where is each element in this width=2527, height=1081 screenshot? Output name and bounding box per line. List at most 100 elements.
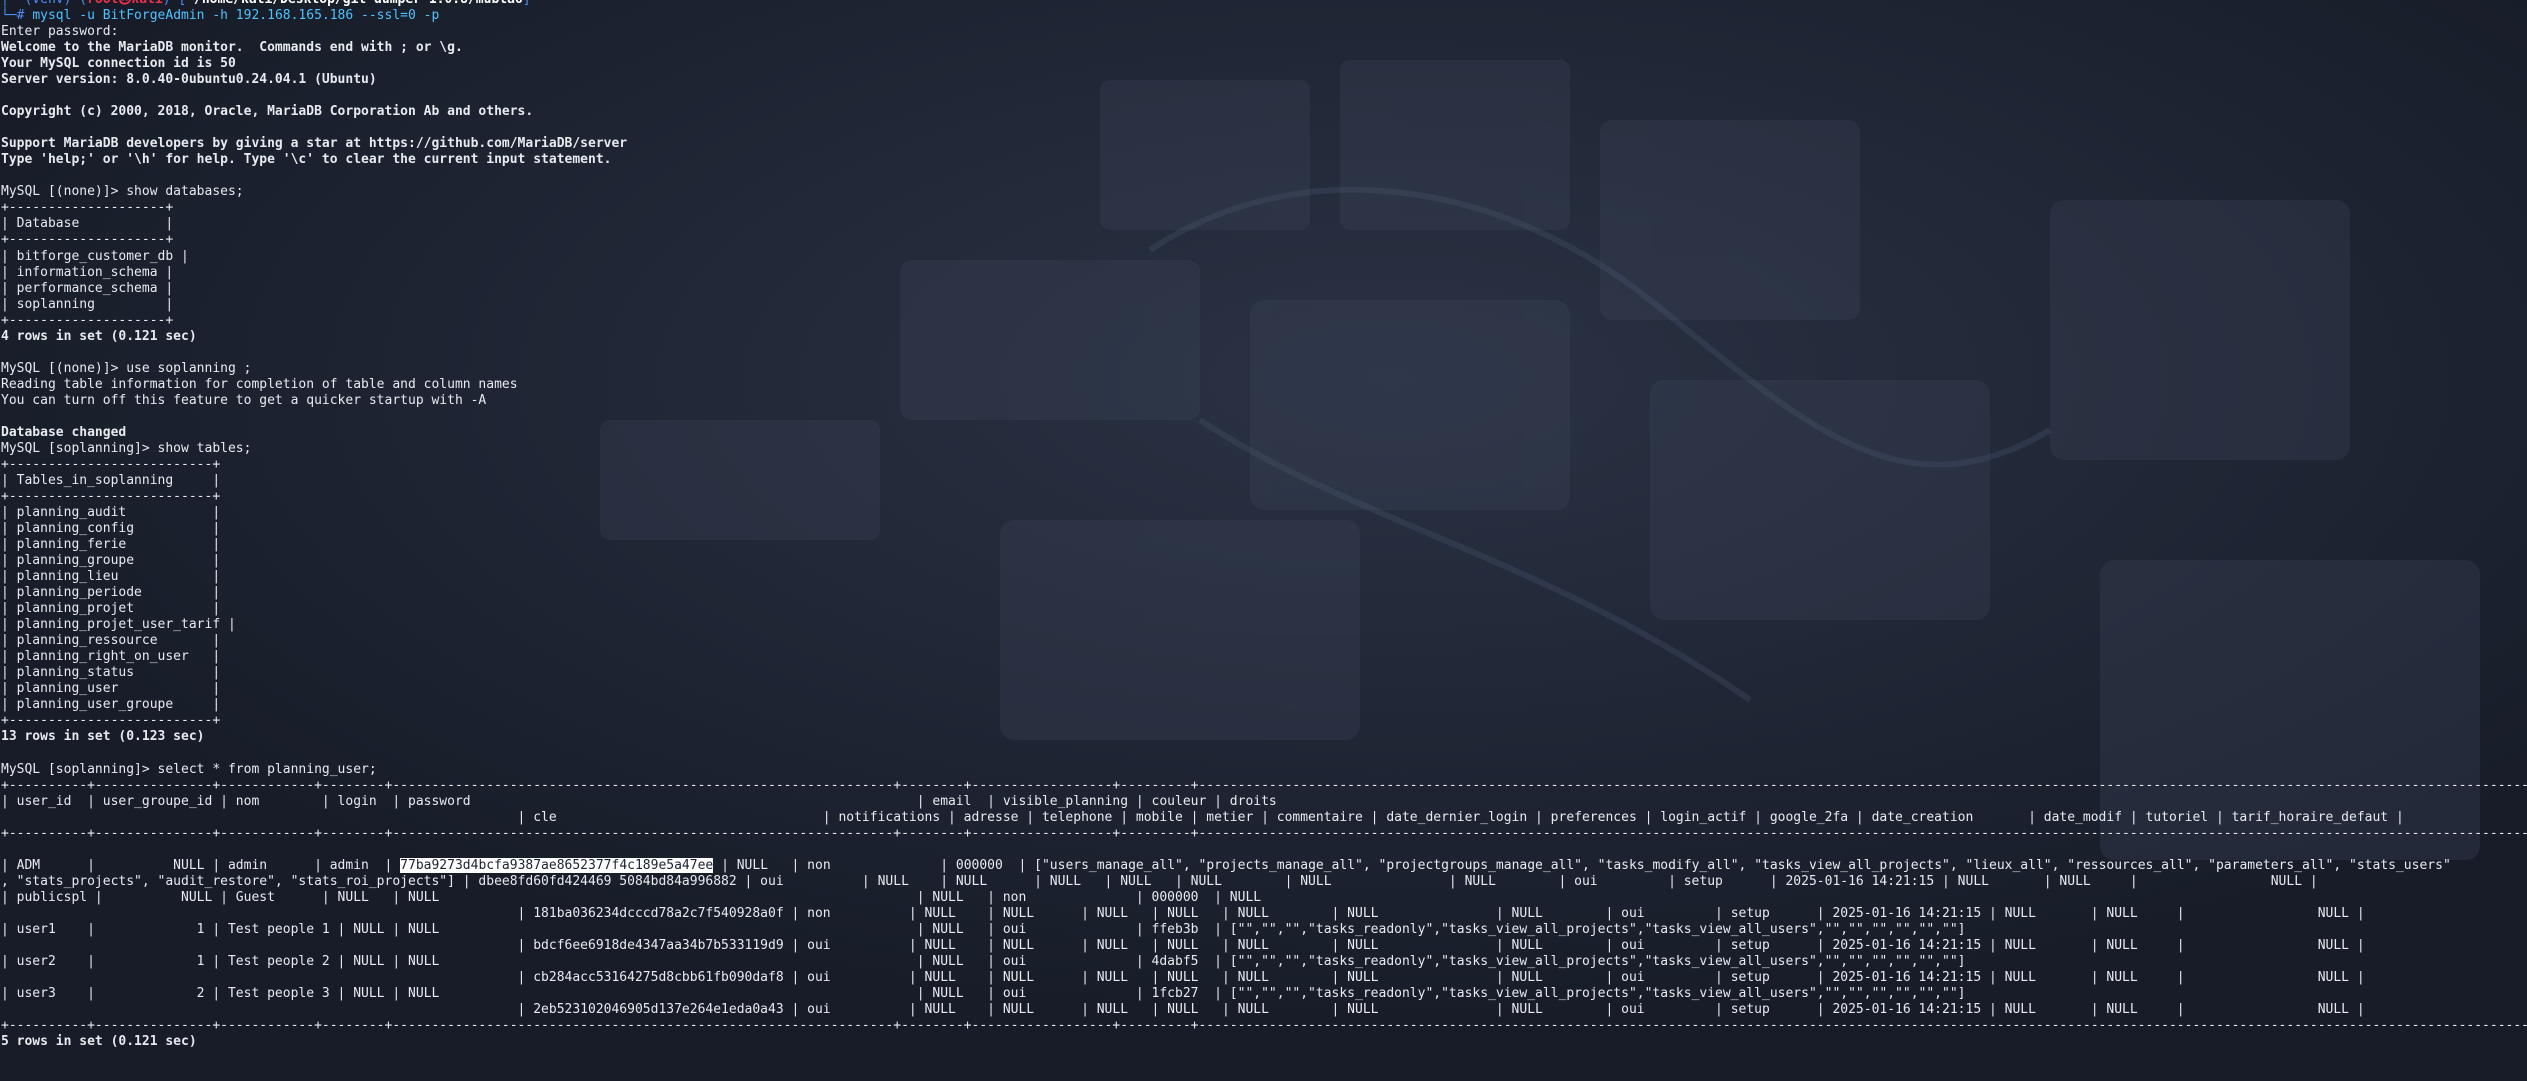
output-text: | information_schema |: [1, 264, 174, 280]
output-text: | planning_projet |: [1, 601, 221, 617]
output-text: +----------+---------------+------------…: [1, 777, 2527, 793]
terminal-output[interactable]: ┌──(venv)─(root㉿kali)-[~/home/kali/Deskt…: [0, 0, 2527, 1050]
terminal-line: | planning_audit |: [1, 505, 2527, 521]
terminal-line: +--------------------+: [1, 200, 2527, 216]
terminal-line: +--------------------------+: [1, 713, 2527, 729]
output-text: | performance_schema |: [1, 280, 174, 296]
admin-row-end: | NULL | non | 000000 | ["users_manage_a…: [713, 857, 2451, 873]
terminal-line: 4 rows in set (0.121 sec): [1, 329, 2527, 345]
terminal-line: Enter password:: [1, 24, 2527, 40]
terminal-line: +--------------------+: [1, 232, 2527, 248]
output-text: +--------------------+: [1, 312, 174, 328]
terminal-line: Welcome to the MariaDB monitor. Commands…: [1, 40, 2527, 56]
output-text: Your MySQL connection id is 50: [1, 56, 236, 72]
output-text: | planning_right_on_user |: [1, 649, 221, 665]
terminal-line: 13 rows in set (0.123 sec): [1, 729, 2527, 745]
terminal-line: +--------------------+: [1, 313, 2527, 329]
terminal-line: | planning_user_groupe |: [1, 697, 2527, 713]
terminal-line: | user3 | 2 | Test people 3 | NULL | NUL…: [1, 986, 2527, 1002]
terminal-line: | planning_ressource |: [1, 633, 2527, 649]
output-text: Support MariaDB developers by giving a s…: [1, 136, 628, 152]
command-text: mysql -u BitForgeAdmin -h 192.168.165.18…: [32, 8, 440, 24]
terminal-line: +--------------------------+: [1, 489, 2527, 505]
terminal-line: | planning_status |: [1, 665, 2527, 681]
terminal-line: | planning_periode |: [1, 585, 2527, 601]
output-text: | planning_ferie |: [1, 537, 221, 553]
output-text: MySQL [(none)]> show databases;: [1, 184, 244, 200]
command-line: └─# mysql -u BitForgeAdmin -h 192.168.16…: [1, 8, 2527, 24]
terminal-line: | user_id | user_groupe_id | nom | login…: [1, 794, 2527, 810]
output-text: | planning_user_groupe |: [1, 697, 221, 713]
terminal-line: | Tables_in_soplanning |: [1, 473, 2527, 489]
output-text: Welcome to the MariaDB monitor. Commands…: [1, 40, 463, 56]
terminal-line: | planning_config |: [1, 521, 2527, 537]
output-text: Database changed: [1, 424, 127, 440]
output-text: , "stats_projects", "audit_restore", "st…: [1, 873, 2318, 889]
output-text: | cle | notifications | adresse | teleph…: [1, 809, 2404, 825]
table-row: | ADM | NULL | admin | admin | 77ba9273d…: [1, 857, 2527, 874]
terminal-line: Reading table information for completion…: [1, 377, 2527, 393]
terminal-line: | bitforge_customer_db |: [1, 249, 2527, 265]
output-text: +----------+---------------+------------…: [1, 1018, 2527, 1033]
output-text: | planning_projet_user_tarif |: [1, 617, 236, 633]
terminal-line: +----------+---------------+------------…: [1, 778, 2527, 794]
output-text: 4 rows in set (0.121 sec): [1, 328, 197, 344]
output-text: Enter password:: [1, 24, 119, 40]
terminal-line: | 181ba036234dcccd78a2c7f540928a0f | non…: [1, 906, 2527, 922]
terminal-line: Server version: 8.0.40-0ubuntu0.24.04.1 …: [1, 72, 2527, 88]
terminal-line: | planning_ferie |: [1, 537, 2527, 553]
terminal-line: | performance_schema |: [1, 281, 2527, 297]
output-text: | Tables_in_soplanning |: [1, 472, 221, 488]
admin-row-start: | ADM | NULL | admin | admin |: [1, 857, 401, 873]
terminal-line: | Database |: [1, 216, 2527, 232]
prompt-bracket: )-[: [163, 0, 186, 7]
output-text: +--------------------+: [1, 200, 174, 216]
terminal-line: Support MariaDB developers by giving a s…: [1, 136, 2527, 152]
terminal-line: | information_schema |: [1, 265, 2527, 281]
output-text: Server version: 8.0.40-0ubuntu0.24.04.1 …: [1, 72, 377, 88]
output-text: | cb284acc53164275d8cbb61fb090daf8 | oui…: [1, 969, 2365, 985]
terminal-line: | bdcf6ee6918de4347aa34b7b533119d9 | oui…: [1, 938, 2527, 954]
output-text: | planning_config |: [1, 521, 221, 537]
terminal-line: | planning_user |: [1, 681, 2527, 697]
terminal-window[interactable]: ┌──(venv)─(root㉿kali)-[~/home/kali/Deskt…: [0, 0, 2527, 1081]
selected-password-hash: 77ba9273d4bcfa9387ae8652377f4c189e5a47ee: [400, 857, 714, 873]
output-text: MySQL [(none)]> use soplanning ;: [1, 360, 252, 376]
prompt-arrow: └─#: [1, 8, 33, 24]
prompt-bracket-close: ]: [523, 0, 531, 7]
output-text: | user_id | user_groupe_id | nom | login…: [1, 793, 1277, 809]
output-text: | planning_lieu |: [1, 569, 221, 585]
output-text: | user1 | 1 | Test people 1 | NULL | NUL…: [1, 921, 1966, 937]
terminal-line: MySQL [(none)]> use soplanning ;: [1, 361, 2527, 377]
terminal-line: | planning_projet |: [1, 601, 2527, 617]
terminal-line: MySQL [soplanning]> show tables;: [1, 441, 2527, 457]
output-text: | planning_groupe |: [1, 553, 221, 569]
output-text: | planning_audit |: [1, 505, 221, 520]
output-text: +--------------------------+: [1, 456, 221, 472]
output-text: | 2eb523102046905d137e264e1eda0a43 | oui…: [1, 1001, 2365, 1017]
terminal-line: Database changed: [1, 425, 2527, 441]
output-text: +--------------------------+: [1, 488, 221, 504]
prompt-venv: ┌──(venv)─(: [1, 0, 87, 7]
output-text: | Database |: [1, 216, 174, 232]
output-text: | planning_periode |: [1, 585, 221, 601]
output-text: Type 'help;' or '\h' for help. Type '\c'…: [1, 152, 612, 168]
output-text: You can turn off this feature to get a q…: [1, 392, 487, 408]
output-text: 13 rows in set (0.123 sec): [1, 729, 205, 745]
output-text: | planning_status |: [1, 665, 221, 681]
terminal-line: | planning_lieu |: [1, 569, 2527, 585]
terminal-line: You can turn off this feature to get a q…: [1, 393, 2527, 409]
prompt-user-host: root㉿kali: [87, 0, 163, 7]
output-text: | publicspl | NULL | Guest | NULL | NULL…: [1, 889, 1262, 905]
output-text: MySQL [soplanning]> select * from planni…: [1, 761, 377, 777]
output-text: +----------+---------------+------------…: [1, 825, 2527, 841]
terminal-line: Copyright (c) 2000, 2018, Oracle, MariaD…: [1, 104, 2527, 120]
terminal-line: +--------------------------+: [1, 457, 2527, 473]
terminal-line: | publicspl | NULL | Guest | NULL | NULL…: [1, 890, 2527, 906]
terminal-line: MySQL [(none)]> show databases;: [1, 184, 2527, 200]
